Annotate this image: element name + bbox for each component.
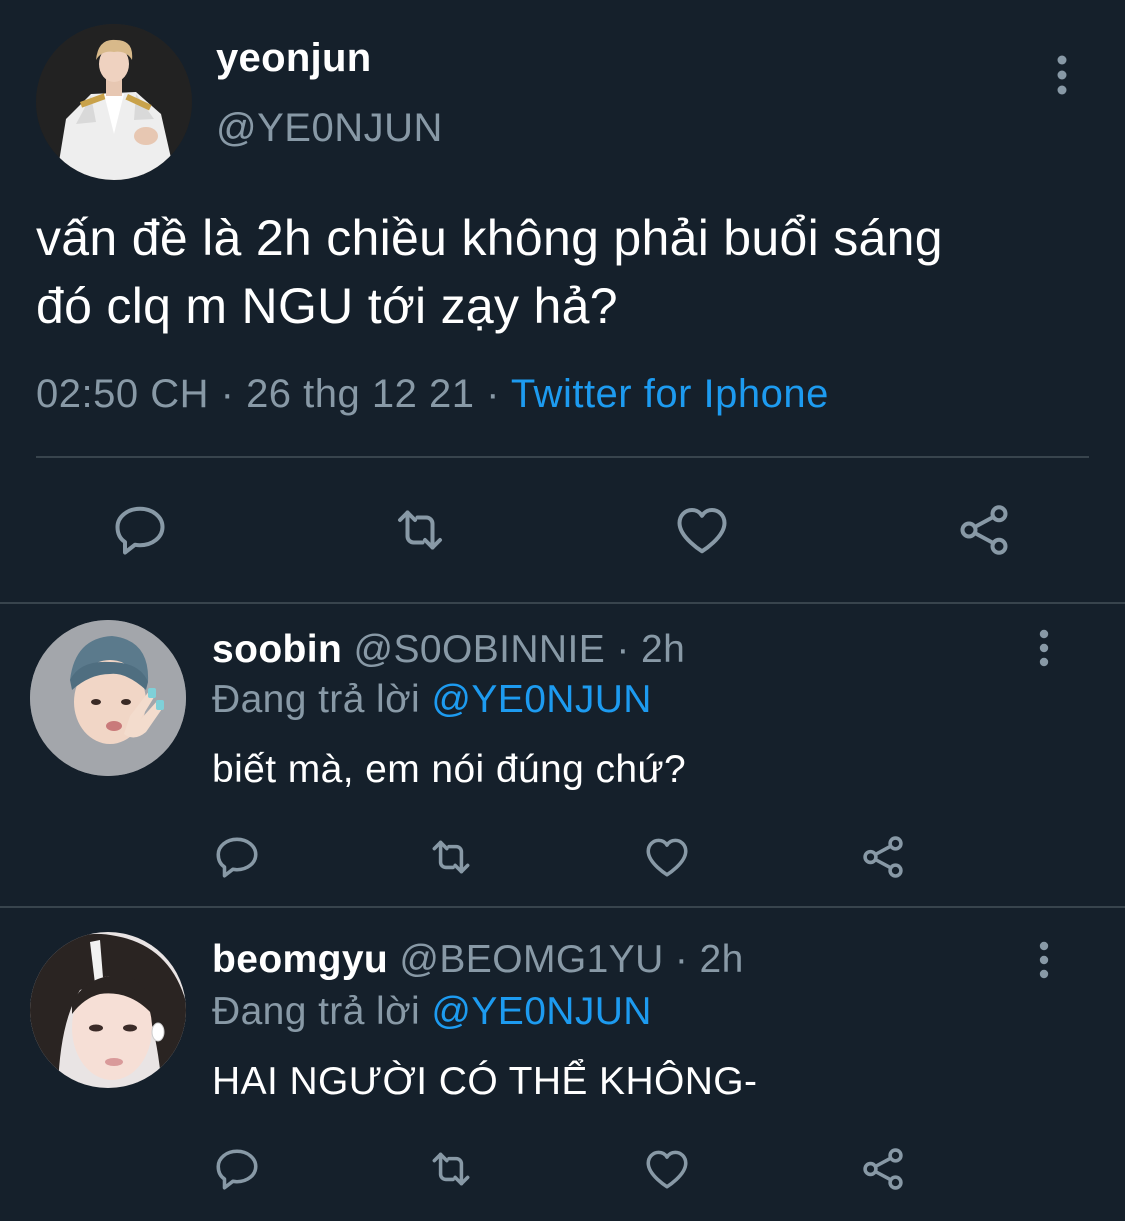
reply-tweet[interactable]: beomgyu @BEOMG1YU · 2h Đang trả lời @YE0… [0,908,1125,1221]
replying-to: Đang trả lời @YE0NJUN [212,990,652,1034]
reply-icon[interactable] [212,832,262,882]
divider [36,456,1089,458]
share-icon[interactable] [858,832,908,882]
avatar[interactable] [36,24,192,180]
tweet-time[interactable]: 2h [700,938,744,981]
meta-separator: · [486,372,500,416]
display-name[interactable]: yeonjun [216,36,371,81]
avatar[interactable] [30,932,186,1088]
retweet-icon[interactable] [426,1144,476,1194]
main-tweet: yeonjun @YE0NJUN vấn đề là 2h chiều khôn… [0,0,1125,603]
meta-separator: · [674,938,689,981]
tweet-text-line: vấn đề là 2h chiều không phải buổi sáng [36,210,943,266]
tweet-text-line: đó clq m NGU tới zạy hả? [36,278,618,334]
like-icon[interactable] [642,832,692,882]
reply-header: soobin @S0OBINNIE · 2h [212,628,685,672]
mention-link[interactable]: @YE0NJUN [431,678,652,721]
tweet-metadata: 02:50 CH · 26 thg 12 21 · Twitter for Ip… [36,372,829,417]
share-icon[interactable] [954,500,1014,560]
mention-link[interactable]: @YE0NJUN [431,990,652,1033]
tweet-text: vấn đề là 2h chiều không phải buổi sáng … [36,204,1096,340]
replying-to: Đang trả lời @YE0NJUN [212,678,652,722]
display-name[interactable]: soobin [212,628,342,671]
reply-icon[interactable] [212,1144,262,1194]
tweet-source-link[interactable]: Twitter for Iphone [511,372,829,416]
reply-header: beomgyu @BEOMG1YU · 2h [212,938,744,982]
user-handle[interactable]: @S0OBINNIE [353,628,605,671]
tweet-time[interactable]: 2h [641,628,685,671]
meta-separator: · [220,372,235,416]
tweet-thread-page: yeonjun @YE0NJUN vấn đề là 2h chiều khôn… [0,0,1125,1221]
like-icon[interactable] [672,500,732,560]
tweet-date[interactable]: 26 thg 12 21 [246,372,474,416]
user-handle[interactable]: @YE0NJUN [216,106,443,151]
more-vertical-icon[interactable] [1030,628,1058,668]
replying-label: Đang trả lời [212,990,421,1033]
reply-tweet[interactable]: soobin @S0OBINNIE · 2h Đang trả lời @YE0… [0,604,1125,906]
display-name[interactable]: beomgyu [212,938,388,981]
reply-icon[interactable] [110,500,170,560]
tweet-text: biết mà, em nói đúng chứ? [212,748,687,791]
share-icon[interactable] [858,1144,908,1194]
replying-label: Đang trả lời [212,678,421,721]
retweet-icon[interactable] [426,832,476,882]
user-handle[interactable]: @BEOMG1YU [399,938,663,981]
tweet-text: HAI NGƯỜI CÓ THỂ KHÔNG- [212,1060,758,1103]
avatar[interactable] [30,620,186,776]
like-icon[interactable] [642,1144,692,1194]
tweet-time[interactable]: 02:50 CH [36,372,209,416]
more-vertical-icon[interactable] [1030,940,1058,980]
more-vertical-icon[interactable] [1046,54,1078,96]
meta-separator: · [616,628,630,671]
retweet-icon[interactable] [390,500,450,560]
